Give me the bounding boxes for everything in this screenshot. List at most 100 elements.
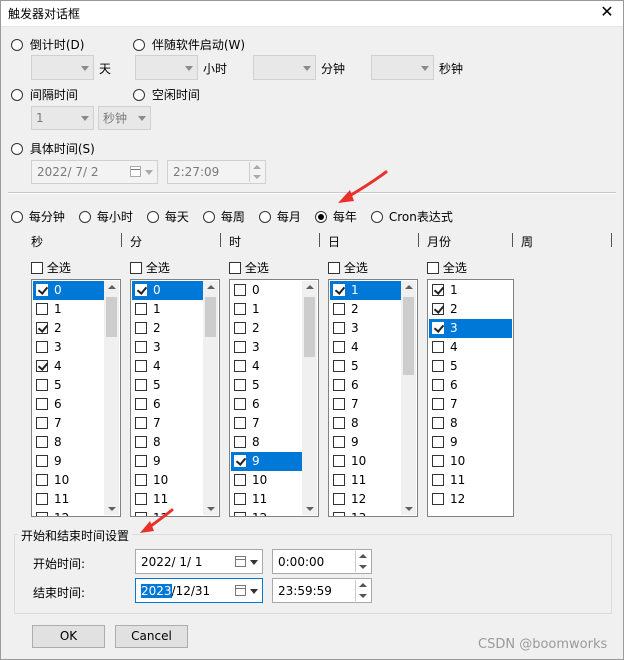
- list-item[interactable]: 3: [132, 338, 161, 357]
- list-item[interactable]: 10: [132, 471, 168, 490]
- select-all-minutes[interactable]: 全选: [130, 259, 170, 276]
- list-item[interactable]: 0: [132, 281, 203, 300]
- list-item[interactable]: 1: [330, 281, 401, 300]
- list-item[interactable]: 7: [33, 414, 62, 433]
- hours-checklist[interactable]: 0 1 2 3 4 5 6 7 8 9 10 11 12: [229, 279, 319, 517]
- list-item[interactable]: 8: [33, 433, 62, 452]
- select-all-months[interactable]: 全选: [427, 259, 467, 276]
- list-item[interactable]: 0: [33, 281, 104, 300]
- close-button[interactable]: ✕: [596, 2, 618, 22]
- list-item[interactable]: 12: [132, 509, 168, 516]
- schedule-every-year[interactable]: 每年: [315, 208, 357, 225]
- list-item[interactable]: 6: [33, 395, 62, 414]
- list-item[interactable]: 10: [231, 471, 267, 490]
- list-item[interactable]: 1: [429, 281, 458, 300]
- list-item[interactable]: 2: [132, 319, 161, 338]
- schedule-every-week[interactable]: 每周: [203, 208, 245, 225]
- list-item[interactable]: 9: [330, 433, 359, 452]
- list-item[interactable]: 7: [132, 414, 161, 433]
- list-item[interactable]: 1: [231, 300, 260, 319]
- interval-radio[interactable]: 间隔时间: [11, 86, 78, 103]
- list-item[interactable]: 11: [429, 471, 465, 490]
- list-item[interactable]: 4: [33, 357, 62, 376]
- scrollbar[interactable]: [401, 281, 416, 515]
- list-item[interactable]: 2: [231, 319, 260, 338]
- select-all-seconds[interactable]: 全选: [31, 259, 71, 276]
- list-item[interactable]: 9: [429, 433, 458, 452]
- list-item[interactable]: 4: [330, 338, 359, 357]
- specific-time-spinner[interactable]: 2:27:09: [167, 160, 266, 184]
- list-item[interactable]: 8: [231, 433, 260, 452]
- ok-button[interactable]: OK: [32, 625, 105, 648]
- list-item[interactable]: 1: [33, 300, 62, 319]
- list-item[interactable]: 11: [33, 490, 69, 509]
- list-item[interactable]: 3: [231, 338, 260, 357]
- list-item[interactable]: 2: [330, 300, 359, 319]
- days-checklist[interactable]: 1 2 3 4 5 6 7 8 9 10 11 12 13: [328, 279, 418, 517]
- countdown-hours-combo[interactable]: [135, 55, 198, 80]
- list-item[interactable]: 10: [33, 471, 69, 490]
- list-item[interactable]: 4: [429, 338, 458, 357]
- schedule-cron[interactable]: Cron表达式: [371, 208, 453, 225]
- list-item[interactable]: 8: [429, 414, 458, 433]
- list-item[interactable]: 8: [132, 433, 161, 452]
- list-item[interactable]: 6: [429, 376, 458, 395]
- cancel-button[interactable]: Cancel: [115, 625, 188, 648]
- interval-unit-combo[interactable]: 秒钟: [98, 106, 151, 130]
- list-item[interactable]: 5: [33, 376, 62, 395]
- end-date-picker[interactable]: 2023/12/31: [135, 578, 263, 603]
- countdown-seconds-combo[interactable]: [371, 55, 434, 80]
- list-item[interactable]: 2: [33, 319, 62, 338]
- list-item[interactable]: 10: [330, 452, 366, 471]
- schedule-every-day[interactable]: 每天: [147, 208, 189, 225]
- list-item[interactable]: 5: [231, 376, 260, 395]
- specific-date-picker[interactable]: 2022/ 7/ 2: [31, 160, 158, 184]
- spinner-icon[interactable]: [355, 551, 370, 572]
- list-item[interactable]: 6: [132, 395, 161, 414]
- list-item[interactable]: 7: [429, 395, 458, 414]
- list-item[interactable]: 9: [132, 452, 161, 471]
- specific-time-radio[interactable]: 具体时间(S): [11, 140, 95, 157]
- seconds-checklist[interactable]: 0 1 2 3 4 5 6 7 8 9 10 11 12: [31, 279, 121, 517]
- interval-value-combo[interactable]: 1: [31, 106, 94, 130]
- months-checklist[interactable]: 1 2 3 4 5 6 7 8 9 10 11 12: [427, 279, 514, 517]
- list-item[interactable]: 5: [132, 376, 161, 395]
- idle-radio[interactable]: 空闲时间: [133, 86, 200, 103]
- list-item[interactable]: 4: [132, 357, 161, 376]
- list-item[interactable]: 12: [330, 490, 366, 509]
- list-item[interactable]: 6: [330, 376, 359, 395]
- list-item[interactable]: 7: [330, 395, 359, 414]
- scrollbar[interactable]: [104, 281, 119, 515]
- countdown-days-combo[interactable]: [31, 55, 94, 80]
- end-time-spinner[interactable]: 23:59:59: [272, 578, 372, 603]
- countdown-minutes-combo[interactable]: [253, 55, 316, 80]
- list-item[interactable]: 3: [330, 319, 359, 338]
- list-item[interactable]: 5: [330, 357, 359, 376]
- list-item[interactable]: 0: [231, 281, 260, 300]
- list-item[interactable]: 3: [429, 319, 512, 338]
- list-item[interactable]: 12: [33, 509, 69, 516]
- list-item[interactable]: 9: [33, 452, 62, 471]
- scrollbar[interactable]: [302, 281, 317, 515]
- list-item[interactable]: 5: [429, 357, 458, 376]
- list-item[interactable]: 7: [231, 414, 260, 433]
- countdown-radio[interactable]: 倒计时(D): [11, 36, 84, 53]
- list-item[interactable]: 11: [132, 490, 168, 509]
- with-startup-radio[interactable]: 伴随软件启动(W): [133, 36, 245, 53]
- list-item[interactable]: 1: [132, 300, 161, 319]
- list-item[interactable]: 8: [330, 414, 359, 433]
- list-item[interactable]: 13: [330, 509, 366, 516]
- schedule-every-month[interactable]: 每月: [259, 208, 301, 225]
- start-date-picker[interactable]: 2022/ 1/ 1: [135, 549, 263, 574]
- spinner-icon[interactable]: [355, 580, 370, 601]
- list-item[interactable]: 11: [231, 490, 267, 509]
- select-all-days[interactable]: 全选: [328, 259, 368, 276]
- list-item[interactable]: 11: [330, 471, 366, 490]
- list-item[interactable]: 9: [231, 452, 302, 471]
- list-item[interactable]: 2: [429, 300, 458, 319]
- start-time-spinner[interactable]: 0:00:00: [272, 549, 372, 574]
- list-item[interactable]: 6: [231, 395, 260, 414]
- list-item[interactable]: 12: [429, 490, 465, 509]
- scrollbar[interactable]: [203, 281, 218, 515]
- list-item[interactable]: 10: [429, 452, 465, 471]
